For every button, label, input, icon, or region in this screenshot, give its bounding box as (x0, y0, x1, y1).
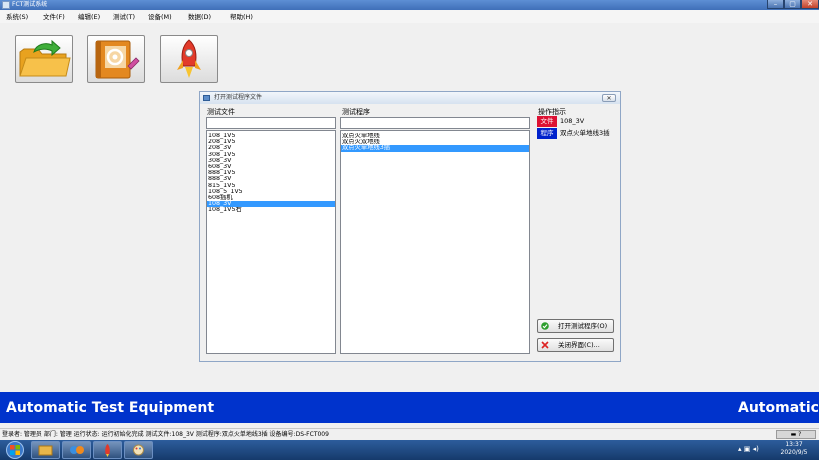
close-dialog-button[interactable]: 关闭界面(C)... (537, 338, 614, 352)
check-icon (541, 322, 549, 330)
menu-bar: 系统(S) 文件(F) 编辑(E) 测试(T) 设备(M) 数据(D) 帮助(H… (0, 10, 819, 23)
taskbar-clock[interactable]: 13:37 2020/9/5 (772, 441, 816, 457)
maximize-button[interactable]: ▢ (784, 0, 801, 9)
selected-program-value: 双点火单地线3插 (560, 129, 610, 137)
status-bar: 登录者: 管理员 部门: 管理 运行状态: 运行初始化完成 测试文件:108_3… (0, 428, 819, 440)
menu-data[interactable]: 数据(D) (188, 10, 211, 24)
app-icon (2, 1, 10, 9)
test-file-label: 测试文件 (207, 108, 235, 116)
test-file-list[interactable]: 108_1V5 208_1V5 208_3V 308_1V5 308_3V 60… (206, 130, 336, 354)
test-file-filter-input[interactable] (206, 117, 336, 129)
media-player-icon (70, 446, 84, 454)
close-window-button[interactable]: ✕ (801, 0, 819, 9)
address-book-tool-button[interactable] (87, 35, 145, 83)
taskbar-explorer-button[interactable] (31, 441, 60, 459)
rocket-icon (105, 444, 110, 457)
paint-icon (133, 444, 144, 456)
status-tools[interactable]: ▬ ? (776, 430, 816, 439)
tray-icons[interactable]: ▴ ▣ ◂) (738, 445, 759, 454)
dialog-title-bar: 打开测试程序文件 ✕ (200, 92, 620, 104)
test-program-filter-input[interactable] (340, 117, 530, 129)
menu-system[interactable]: 系统(S) (6, 10, 28, 24)
taskbar-media-button[interactable] (62, 441, 91, 459)
menu-edit[interactable]: 编辑(E) (78, 10, 100, 24)
menu-file[interactable]: 文件(F) (43, 10, 65, 24)
taskbar: ▴ ▣ ◂) 13:37 2020/9/5 (0, 440, 819, 460)
window-title-bar: FCT测试系统 – ▢ ✕ (0, 0, 819, 10)
menu-device[interactable]: 设备(M) (148, 10, 172, 24)
minimize-button[interactable]: – (767, 0, 784, 9)
open-folder-icon (19, 39, 71, 77)
dialog-window-icon (203, 95, 210, 101)
dialog-close-button[interactable]: ✕ (602, 94, 616, 102)
rocket-icon (177, 39, 201, 78)
test-program-list[interactable]: 双点火单地线 双点火双地线 双点火单地线3插 (340, 130, 530, 354)
clock-date: 2020/9/5 (780, 449, 808, 456)
run-test-tool-button[interactable] (160, 35, 218, 83)
open-test-program-dialog: 打开测试程序文件 ✕ 测试文件 108_1V5 208_1V5 208_3V 3… (199, 91, 621, 362)
banner-text: Automatic Test Equipment (6, 400, 215, 416)
list-item-selected[interactable]: 双点火单地线3插 (341, 145, 529, 152)
banner: Automatic Test Equipment Automatic (0, 392, 819, 423)
taskbar-paint-button[interactable] (124, 441, 153, 459)
address-book-icon (95, 40, 140, 79)
dialog-title: 打开测试程序文件 (214, 94, 263, 101)
list-item[interactable]: 108_1V5右 (207, 207, 335, 213)
close-x-icon (541, 341, 549, 349)
open-file-tool-button[interactable] (15, 35, 73, 83)
selected-file-value: 108_3V (560, 117, 585, 125)
test-program-label: 测试程序 (342, 108, 370, 116)
clock-time: 13:37 (785, 441, 803, 448)
menu-help[interactable]: 帮助(H) (230, 10, 253, 24)
status-text: 登录者: 管理员 部门: 管理 运行状态: 运行初始化完成 测试文件:108_3… (2, 431, 329, 438)
start-button-icon[interactable] (2, 441, 28, 459)
file-badge: 文件 (537, 116, 557, 127)
window-title: FCT测试系统 (12, 1, 48, 8)
explorer-folder-icon (38, 445, 53, 456)
close-dialog-button-label: 关闭界面(C)... (558, 341, 600, 349)
open-test-program-button[interactable]: 打开测试程序(O) (537, 319, 614, 333)
banner-text-repeat: Automatic (738, 400, 819, 416)
open-test-program-button-label: 打开测试程序(O) (558, 322, 608, 330)
operation-indicator-label: 操作指示 (538, 108, 566, 116)
taskbar-fct-app-button[interactable] (93, 441, 122, 459)
menu-test[interactable]: 测试(T) (113, 10, 135, 24)
program-badge: 程序 (537, 128, 557, 139)
